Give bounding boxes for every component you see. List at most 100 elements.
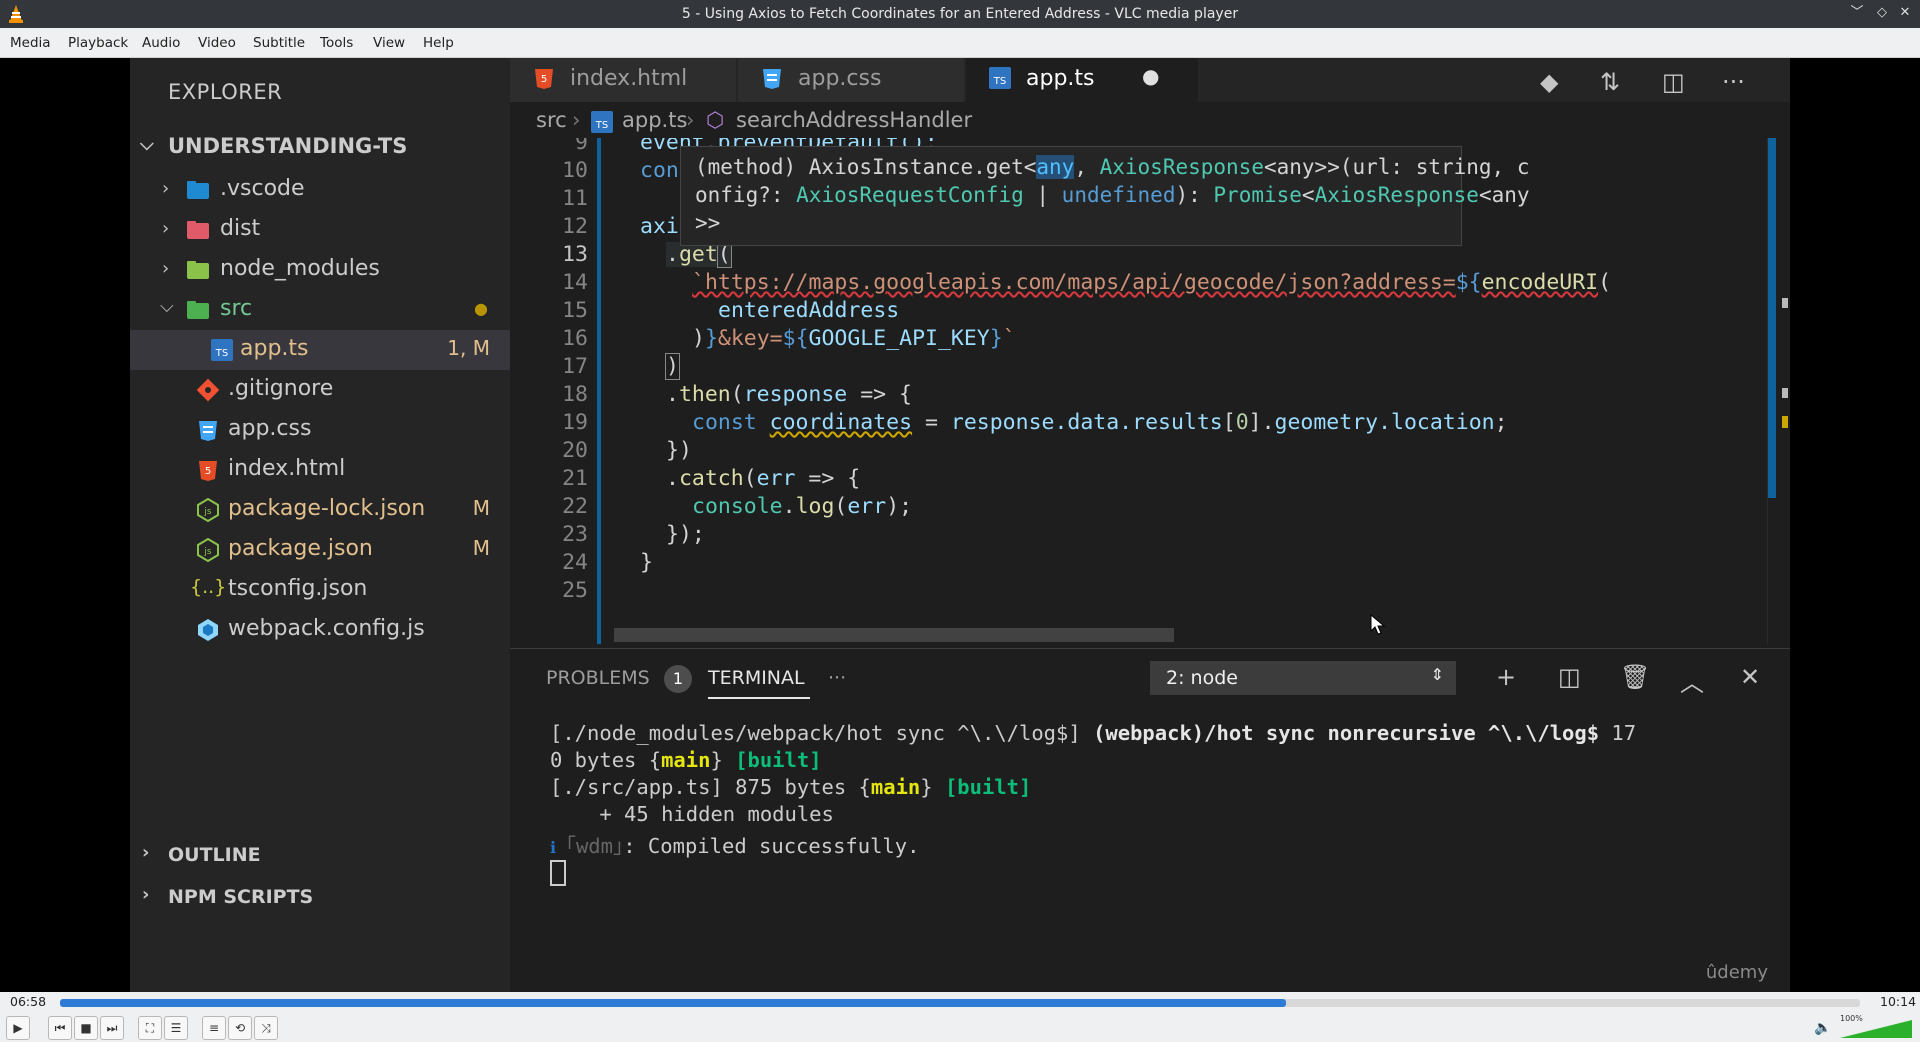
terminal-text: [built] [944, 775, 1032, 799]
shuffle-icon[interactable]: ⤨ [254, 1016, 278, 1040]
loop-icon[interactable]: ⟲ [228, 1016, 252, 1040]
menu-help[interactable]: Help [423, 35, 454, 51]
menu-view[interactable]: View [373, 35, 405, 51]
breadcrumb-src[interactable]: src [536, 108, 567, 132]
code-token: err [847, 494, 887, 519]
menu-bar: Media Playback Audio Video Subtitle Tool… [0, 28, 1920, 58]
css-file-icon [763, 69, 781, 89]
tooltip-text: Promise [1213, 183, 1302, 207]
menu-playback[interactable]: Playback [68, 35, 128, 51]
tree-item-package-lock[interactable]: js package-lock.json M [130, 490, 510, 530]
seek-bar[interactable] [60, 999, 1860, 1007]
tree-item-tsconfig[interactable]: {..} tsconfig.json [130, 570, 510, 610]
code-line: }) [666, 438, 692, 463]
code-line: const coordinates = response.data.result… [692, 410, 1508, 435]
project-header[interactable]: ⌵ UNDERSTANDING-TS [130, 126, 510, 166]
tree-item-dist[interactable]: › dist [130, 210, 510, 250]
breadcrumb-symbol[interactable]: searchAddressHandler [736, 108, 972, 132]
code-token: GOOGLE_API_KEY [808, 326, 990, 351]
tab-index-html[interactable]: 5 index.html [510, 58, 736, 102]
method-cube-icon: ⬡ [706, 108, 725, 132]
line-number: 24 [562, 550, 588, 575]
close-icon[interactable]: ✕ [1896, 4, 1914, 22]
terminal-text: [./src/app.ts] 875 bytes { [550, 775, 871, 799]
tree-item-label: tsconfig.json [228, 576, 368, 601]
more-actions-icon[interactable]: ··· [1722, 68, 1745, 96]
code-line: }); [666, 522, 705, 547]
playlist-icon[interactable]: ≡ [202, 1016, 226, 1040]
fullscreen-icon[interactable]: ⛶ [138, 1016, 162, 1040]
tree-item-index-html[interactable]: 5 index.html [130, 450, 510, 490]
select-arrows-icon: ⇕ [1430, 665, 1444, 684]
tree-item-node-modules[interactable]: › node_modules [130, 250, 510, 290]
tree-item-package-json[interactable]: js package.json M [130, 530, 510, 570]
change-gutter-bar [597, 138, 601, 644]
tab-problems[interactable]: PROBLEMS [546, 667, 650, 689]
line-number: 12 [562, 214, 588, 239]
chevron-down-icon: ⌵ [140, 134, 154, 155]
extended-settings-icon[interactable]: ☰ [164, 1016, 188, 1040]
volume-slider[interactable]: 100% [1840, 1014, 1912, 1038]
menu-tools[interactable]: Tools [320, 35, 353, 51]
split-editor-icon[interactable]: ◫ [1662, 68, 1685, 96]
previous-icon[interactable]: ⏮ [48, 1016, 72, 1040]
menu-video[interactable]: Video [198, 35, 236, 51]
line-number: 11 [562, 186, 588, 211]
tree-item-webpack-config[interactable]: webpack.config.js [130, 610, 510, 650]
horizontal-scrollbar[interactable] [614, 628, 1174, 642]
menu-audio[interactable]: Audio [142, 35, 180, 51]
breadcrumb-file[interactable]: app.ts [622, 108, 687, 132]
webpack-cube-icon [198, 619, 218, 641]
node-json-icon: js [197, 538, 219, 562]
close-panel-icon[interactable]: ✕ [1740, 663, 1760, 691]
ruler-mark [1782, 298, 1788, 308]
folder-vscode-icon [187, 181, 209, 199]
tree-item-app-css[interactable]: app.css [130, 410, 510, 450]
svg-text:js: js [203, 507, 212, 517]
menu-media[interactable]: Media [10, 35, 51, 51]
split-terminal-icon[interactable]: ◫ [1558, 663, 1581, 691]
restore-icon[interactable]: ◇ [1873, 4, 1891, 22]
chevron-up-icon[interactable]: ︿ [1680, 663, 1704, 698]
ruler-mark [1782, 416, 1788, 428]
hover-tooltip: (method) AxiosInstance.get<any, AxiosRes… [680, 146, 1530, 246]
source-control-icon[interactable]: ◆ [1540, 68, 1558, 96]
unsaved-dot-icon[interactable]: ● [1142, 64, 1159, 88]
tree-item-vscode[interactable]: › .vscode [130, 170, 510, 210]
new-terminal-icon[interactable]: + [1496, 663, 1516, 691]
code-token: . [666, 242, 679, 267]
active-tab-underline [708, 697, 810, 699]
vertical-scrollbar[interactable] [1768, 138, 1776, 498]
html-file-icon: 5 [535, 69, 553, 89]
total-time: 10:14 [1880, 994, 1917, 1009]
tab-terminal[interactable]: TERMINAL [708, 667, 805, 689]
minimize-icon[interactable]: ﹀ [1848, 4, 1866, 22]
line-number: 25 [562, 578, 588, 603]
tree-item-app-ts[interactable]: TS app.ts 1, M [130, 330, 510, 370]
open-changes-icon[interactable]: ⇅ [1600, 68, 1620, 96]
tab-app-ts[interactable]: TS app.ts ● [966, 58, 1198, 102]
code-token: log [795, 494, 835, 519]
next-icon[interactable]: ⏭ [100, 1016, 124, 1040]
code-token: ]. [1248, 410, 1275, 435]
line-number: 23 [562, 522, 588, 547]
elapsed-time: 06:58 [10, 994, 47, 1009]
overview-ruler[interactable] [1767, 138, 1790, 644]
panel-more-icon[interactable]: ··· [828, 667, 846, 689]
stop-icon[interactable]: ■ [74, 1016, 98, 1040]
menu-subtitle[interactable]: Subtitle [253, 35, 305, 51]
terminal-select[interactable]: 2: node ⇕ [1150, 661, 1456, 695]
code-editor[interactable]: 9 10 11 12 13 14 15 16 17 18 19 20 21 22… [510, 138, 1790, 644]
tree-item-src[interactable]: ⌵ src ● [130, 290, 510, 330]
player-controls: 06:58 10:14 ▶ ⏮ ■ ⏭ ⛶ ☰ ≡ ⟲ ⤨ 🔈 100% [0, 992, 1920, 1042]
trash-icon[interactable]: 🗑 [1620, 663, 1650, 691]
outline-section[interactable]: › OUTLINE [130, 838, 510, 874]
tree-item-gitignore[interactable]: .gitignore [130, 370, 510, 410]
video-area[interactable]: EXPLORER ⌵ UNDERSTANDING-TS › .vscode › … [0, 58, 1920, 992]
npm-scripts-section[interactable]: › NPM SCRIPTS [130, 880, 510, 916]
tab-app-css[interactable]: app.css [738, 58, 964, 102]
code-token: then [678, 382, 731, 407]
play-icon[interactable]: ▶ [6, 1016, 30, 1040]
speaker-icon[interactable]: 🔈 [1814, 1020, 1831, 1036]
code-token: => { [847, 382, 912, 407]
